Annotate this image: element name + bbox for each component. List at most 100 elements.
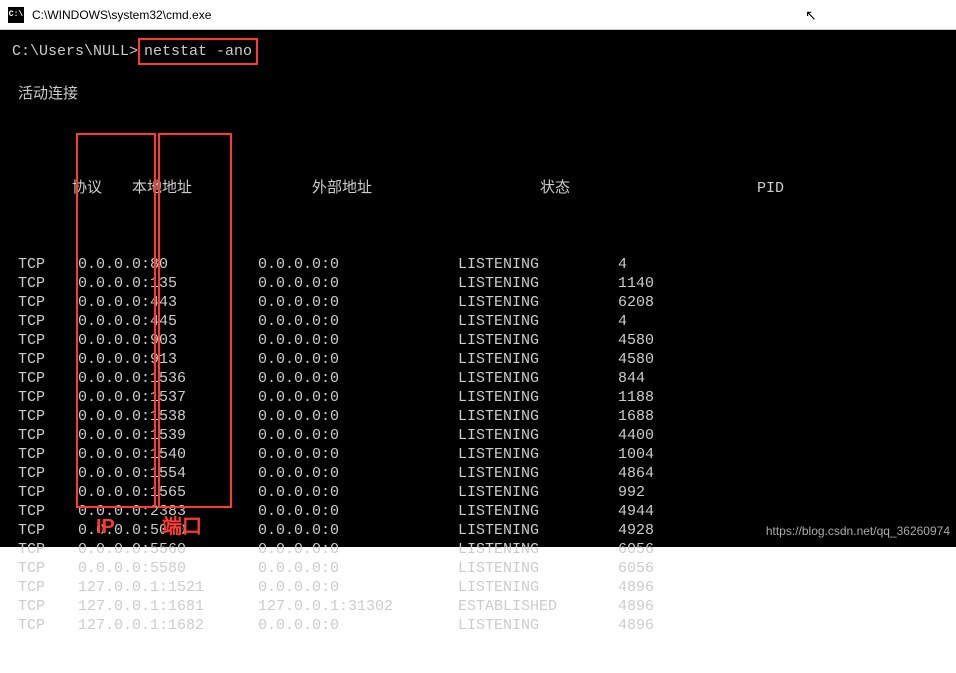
cell-pid: 6056 — [618, 540, 654, 559]
table-row: TCP0.0.0.0:15380.0.0.0:0LISTENING1688 — [18, 407, 956, 426]
cell-local: 0.0.0.0:80 — [78, 255, 258, 274]
section-title: 活动连接 — [4, 85, 956, 104]
cell-state: LISTENING — [458, 559, 618, 578]
cell-state: LISTENING — [458, 388, 618, 407]
cell-state: LISTENING — [458, 350, 618, 369]
cell-state: ESTABLISHED — [458, 597, 618, 616]
table-row: TCP0.0.0.0:15390.0.0.0:0LISTENING4400 — [18, 426, 956, 445]
cell-foreign: 0.0.0.0:0 — [258, 483, 458, 502]
table-row: TCP0.0.0.0:55800.0.0.0:0LISTENING6056 — [18, 559, 956, 578]
cell-foreign: 0.0.0.0:0 — [258, 350, 458, 369]
cell-state: LISTENING — [458, 540, 618, 559]
table-row: TCP0.0.0.0:23830.0.0.0:0LISTENING4944 — [18, 502, 956, 521]
cell-local: 0.0.0.0:445 — [78, 312, 258, 331]
cell-state: LISTENING — [458, 369, 618, 388]
cell-state: LISTENING — [458, 274, 618, 293]
cell-foreign: 0.0.0.0:0 — [258, 274, 458, 293]
cell-local: 127.0.0.1:1521 — [78, 578, 258, 597]
cell-local: 0.0.0.0:135 — [78, 274, 258, 293]
table-row: TCP0.0.0.0:15400.0.0.0:0LISTENING1004 — [18, 445, 956, 464]
cell-state: LISTENING — [458, 502, 618, 521]
cell-state: LISTENING — [458, 445, 618, 464]
cell-local: 0.0.0.0:5040 — [78, 521, 258, 540]
cell-state: LISTENING — [458, 426, 618, 445]
header-state: 状态 — [512, 179, 757, 198]
terminal[interactable]: C:\Users\NULL>netstat -ano 活动连接 协议本地地址外部… — [0, 30, 956, 547]
cell-local: 0.0.0.0:5580 — [78, 559, 258, 578]
cell-foreign: 0.0.0.0:0 — [258, 616, 458, 635]
cell-local: 127.0.0.1:1682 — [78, 616, 258, 635]
table-row: TCP0.0.0.0:50400.0.0.0:0LISTENING4928 — [18, 521, 956, 540]
cell-foreign: 0.0.0.0:0 — [258, 578, 458, 597]
cell-foreign: 0.0.0.0:0 — [258, 255, 458, 274]
cell-pid: 4580 — [618, 331, 654, 350]
cell-local: 0.0.0.0:2383 — [78, 502, 258, 521]
table-row: TCP0.0.0.0:4450.0.0.0:0LISTENING4 — [18, 312, 956, 331]
cell-state: LISTENING — [458, 616, 618, 635]
cell-pid: 1688 — [618, 407, 654, 426]
cell-proto: TCP — [18, 407, 78, 426]
cell-proto: TCP — [18, 293, 78, 312]
cell-foreign: 0.0.0.0:0 — [258, 502, 458, 521]
cell-proto: TCP — [18, 331, 78, 350]
cell-foreign: 0.0.0.0:0 — [258, 293, 458, 312]
table-row: TCP0.0.0.0:15360.0.0.0:0LISTENING844 — [18, 369, 956, 388]
table-row: TCP0.0.0.0:15650.0.0.0:0LISTENING992 — [18, 483, 956, 502]
cell-local: 0.0.0.0:1565 — [78, 483, 258, 502]
cell-proto: TCP — [18, 616, 78, 635]
cell-local: 0.0.0.0:1538 — [78, 407, 258, 426]
cell-state: LISTENING — [458, 521, 618, 540]
cell-proto: TCP — [18, 521, 78, 540]
cell-local: 0.0.0.0:5560 — [78, 540, 258, 559]
table-header-row: 协议本地地址外部地址状态PID — [18, 160, 956, 217]
table-row: TCP0.0.0.0:15540.0.0.0:0LISTENING4864 — [18, 464, 956, 483]
table-row: TCP127.0.0.1:15210.0.0.0:0LISTENING4896 — [18, 578, 956, 597]
cell-foreign: 0.0.0.0:0 — [258, 331, 458, 350]
cell-pid: 4944 — [618, 502, 654, 521]
header-proto: 协议 — [72, 179, 132, 198]
table-row: TCP127.0.0.1:16820.0.0.0:0LISTENING4896 — [18, 616, 956, 635]
cell-proto: TCP — [18, 255, 78, 274]
cell-local: 0.0.0.0:913 — [78, 350, 258, 369]
cmd-icon: C:\ — [8, 7, 24, 23]
cell-foreign: 0.0.0.0:0 — [258, 464, 458, 483]
cell-proto: TCP — [18, 597, 78, 616]
cell-pid: 4896 — [618, 578, 654, 597]
cell-proto: TCP — [18, 502, 78, 521]
cell-foreign: 0.0.0.0:0 — [258, 407, 458, 426]
cell-foreign: 127.0.0.1:31302 — [258, 597, 458, 616]
cell-foreign: 0.0.0.0:0 — [258, 521, 458, 540]
cell-state: LISTENING — [458, 255, 618, 274]
cell-pid: 4896 — [618, 597, 654, 616]
cell-pid: 992 — [618, 483, 645, 502]
prompt-line: C:\Users\NULL>netstat -ano — [4, 38, 956, 65]
cell-foreign: 0.0.0.0:0 — [258, 426, 458, 445]
cell-proto: TCP — [18, 578, 78, 597]
cell-local: 0.0.0.0:1539 — [78, 426, 258, 445]
table-row: TCP0.0.0.0:15370.0.0.0:0LISTENING1188 — [18, 388, 956, 407]
cell-state: LISTENING — [458, 407, 618, 426]
cell-proto: TCP — [18, 426, 78, 445]
window-titlebar: C:\ C:\WINDOWS\system32\cmd.exe — [0, 0, 956, 30]
cell-proto: TCP — [18, 388, 78, 407]
cell-state: LISTENING — [458, 483, 618, 502]
cell-local: 0.0.0.0:1540 — [78, 445, 258, 464]
table-row: TCP0.0.0.0:9130.0.0.0:0LISTENING4580 — [18, 350, 956, 369]
cell-proto: TCP — [18, 559, 78, 578]
cell-pid: 4896 — [618, 616, 654, 635]
cell-proto: TCP — [18, 369, 78, 388]
cell-local: 0.0.0.0:1537 — [78, 388, 258, 407]
cell-local: 0.0.0.0:903 — [78, 331, 258, 350]
header-local: 本地地址 — [132, 179, 312, 198]
cell-pid: 4580 — [618, 350, 654, 369]
netstat-table: 协议本地地址外部地址状态PID TCP0.0.0.0:800.0.0.0:0LI… — [4, 122, 956, 673]
cell-pid: 4928 — [618, 521, 654, 540]
cell-pid: 4 — [618, 255, 627, 274]
command-highlight: netstat -ano — [138, 38, 258, 65]
table-row: TCP127.0.0.1:1681127.0.0.1:31302ESTABLIS… — [18, 597, 956, 616]
cell-pid: 6208 — [618, 293, 654, 312]
cell-foreign: 0.0.0.0:0 — [258, 540, 458, 559]
cell-proto: TCP — [18, 274, 78, 293]
cell-local: 127.0.0.1:1681 — [78, 597, 258, 616]
header-foreign: 外部地址 — [312, 179, 512, 198]
